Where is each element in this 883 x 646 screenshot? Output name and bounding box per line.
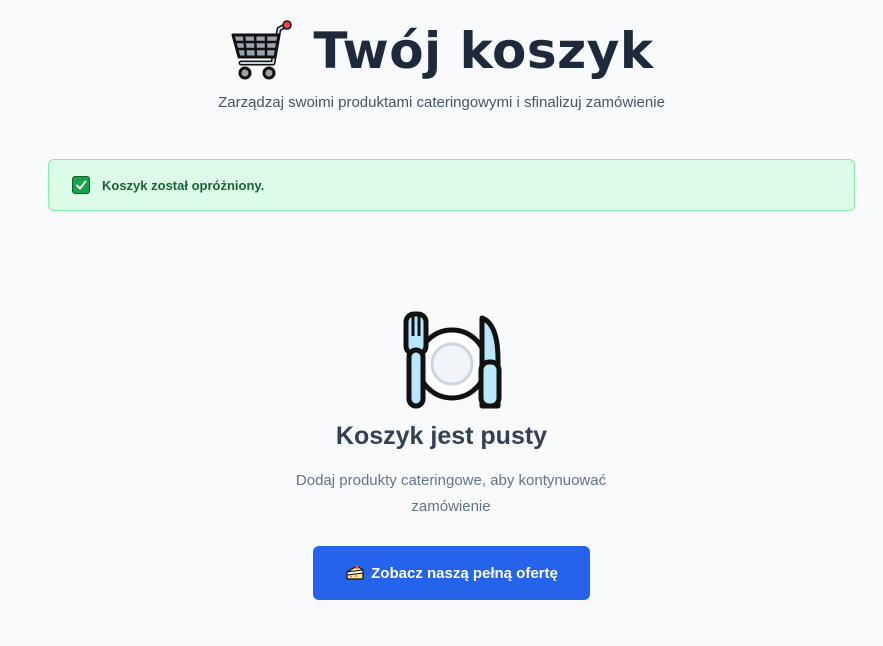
page-header: Twój koszyk (0, 18, 883, 84)
view-offer-button[interactable]: Zobacz naszą pełną ofertę (313, 546, 590, 600)
alert-message: Koszyk został opróżniony. (102, 177, 265, 193)
fork-knife-plate-icon (403, 311, 502, 409)
cart-page: Twój koszyk Zarządzaj swoimi produktami … (0, 0, 883, 646)
empty-cart-description: Dodaj produkty cateringowe, aby kontynuo… (295, 472, 607, 515)
page-subtitle: Zarządzaj swoimi produktami cateringowym… (218, 94, 665, 111)
check-mark-icon (72, 176, 90, 194)
success-alert: Koszyk został opróżniony. (48, 159, 855, 211)
page-title: Twój koszyk (313, 22, 654, 80)
view-offer-label: Zobacz naszą pełną ofertę (371, 564, 558, 582)
shopping-cart-icon (231, 20, 293, 80)
cake-slice-icon (346, 565, 364, 580)
empty-cart-title: Koszyk jest pusty (335, 422, 548, 450)
